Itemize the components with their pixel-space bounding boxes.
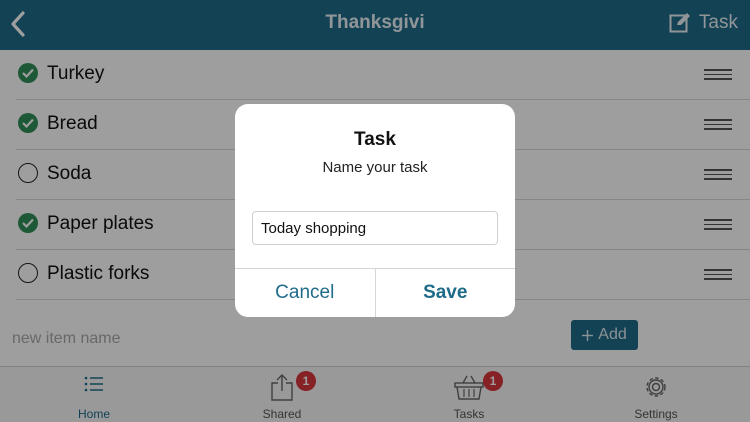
task-dialog: Task Name your task Cancel Save (235, 104, 515, 317)
task-name-input[interactable] (252, 211, 498, 245)
dialog-message: Name your task (322, 159, 428, 176)
save-button[interactable]: Save (376, 269, 516, 317)
dialog-title: Task (354, 129, 396, 150)
cancel-button[interactable]: Cancel (235, 269, 376, 317)
dialog-actions: Cancel Save (235, 268, 515, 317)
